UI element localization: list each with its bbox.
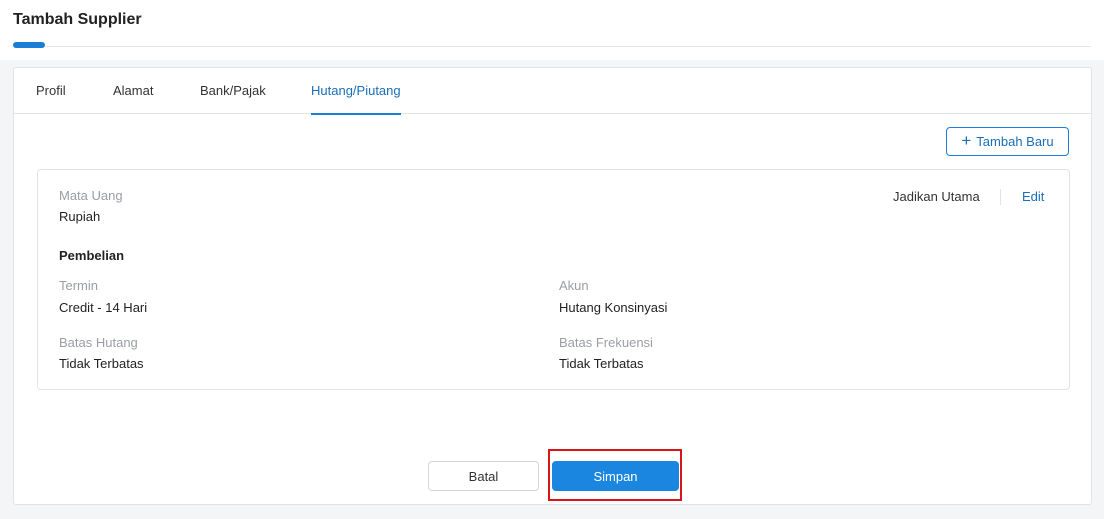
page-header: Tambah Supplier <box>0 0 1104 60</box>
plus-icon: + <box>961 131 972 150</box>
debt-limit-value: Tidak Terbatas <box>59 356 144 371</box>
frequency-limit-label: Batas Frekuensi <box>559 335 653 350</box>
tab-bank-pajak[interactable]: Bank/Pajak <box>200 68 266 114</box>
purchase-section-title: Pembelian <box>59 248 125 263</box>
supplier-form-card: Profil Alamat Bank/Pajak Hutang/Piutang … <box>13 67 1092 505</box>
frequency-limit-value: Tidak Terbatas <box>559 356 644 371</box>
account-label: Akun <box>559 278 589 293</box>
account-value: Hutang Konsinyasi <box>559 300 668 315</box>
edit-link[interactable]: Edit <box>1022 189 1044 204</box>
tab-bar: Profil Alamat Bank/Pajak Hutang/Piutang <box>14 68 1091 115</box>
add-new-label: Tambah Baru <box>976 134 1054 149</box>
currency-label: Mata Uang <box>59 188 123 203</box>
payable-entry-card: Mata Uang Rupiah Jadikan Utama Edit Pemb… <box>37 169 1070 390</box>
tab-profil[interactable]: Profil <box>36 68 66 114</box>
title-underline <box>13 42 45 48</box>
tab-hutang-piutang[interactable]: Hutang/Piutang <box>311 68 401 115</box>
term-label: Termin <box>59 278 99 293</box>
tab-alamat[interactable]: Alamat <box>113 68 153 114</box>
term-value: Credit - 14 Hari <box>59 300 148 315</box>
header-divider <box>45 46 1091 47</box>
save-button[interactable]: Simpan <box>552 461 679 491</box>
make-primary-link[interactable]: Jadikan Utama <box>893 189 980 204</box>
currency-value: Rupiah <box>59 209 101 224</box>
cancel-button[interactable]: Batal <box>428 461 539 491</box>
page-title: Tambah Supplier <box>13 11 142 28</box>
debt-limit-label: Batas Hutang <box>59 335 138 350</box>
action-divider <box>1000 189 1001 205</box>
add-new-button[interactable]: + Tambah Baru <box>946 127 1069 156</box>
